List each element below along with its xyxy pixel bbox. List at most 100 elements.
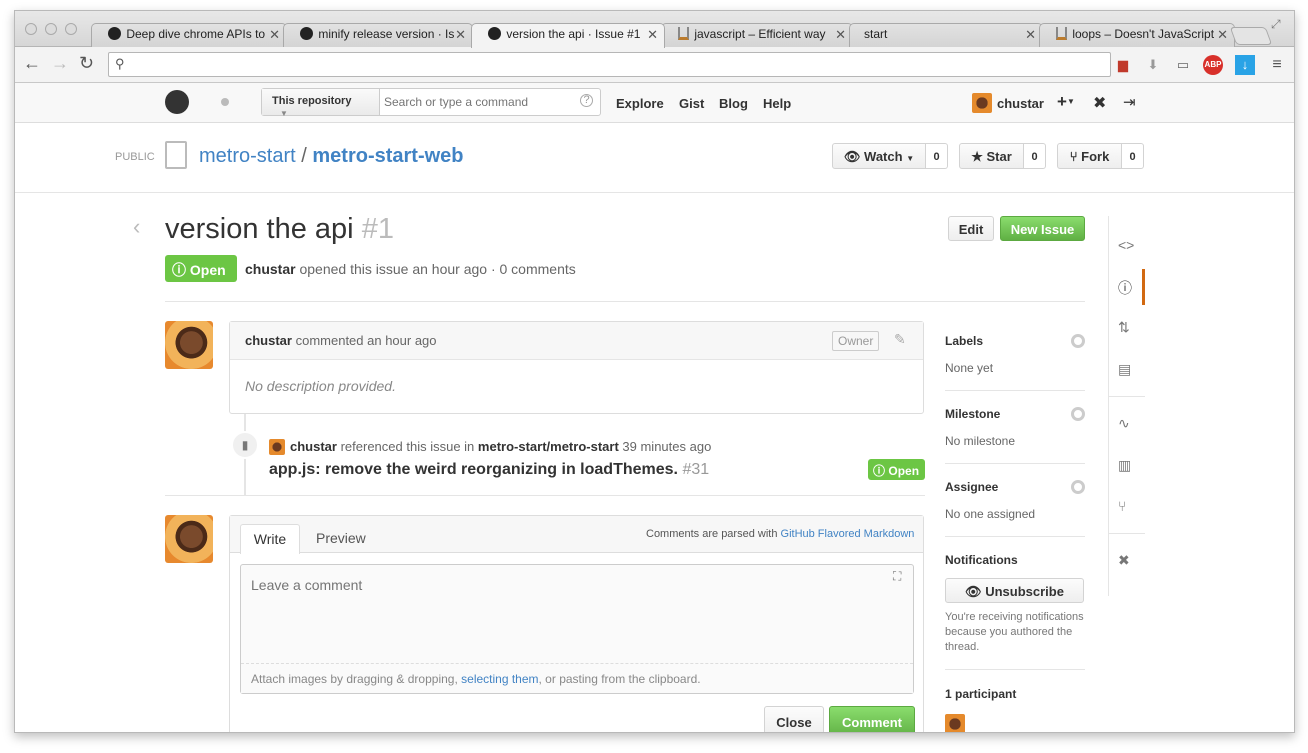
attach-text: Attach images by dragging & dropping, (251, 672, 458, 686)
issue-opened-icon: ⓘ (873, 464, 886, 478)
participant-avatar[interactable] (945, 714, 965, 732)
watch-count[interactable]: 0 (926, 143, 948, 169)
divider (945, 463, 1085, 464)
close-tab-icon[interactable]: ✕ (1217, 27, 1228, 43)
gear-icon[interactable] (1071, 480, 1085, 494)
attach-images-bar[interactable]: Attach images by dragging & dropping, se… (241, 663, 913, 693)
repo-title: metro-start / metro-start-web (199, 145, 464, 168)
omnibox[interactable]: ⚲ (108, 52, 1111, 77)
reference-repo-link[interactable]: metro-start/metro-start (478, 439, 619, 454)
site-search: This repository ▼ ? (261, 88, 601, 118)
comment-textarea[interactable] (241, 565, 913, 663)
extension-download-icon[interactable]: ⬇ (1143, 55, 1163, 75)
zoom-window-button[interactable] (65, 23, 77, 35)
notifications-dot-icon[interactable] (221, 98, 229, 106)
extension-arrow-down-icon[interactable]: ↓ (1235, 55, 1255, 75)
select-files-link[interactable]: selecting them (461, 672, 538, 686)
help-icon[interactable]: ? (580, 94, 593, 107)
nav-explore[interactable]: Explore (616, 96, 664, 111)
gear-icon[interactable] (1071, 407, 1085, 421)
browser-tab-2[interactable]: minify release version · Is ✕ (283, 23, 473, 47)
fork-button[interactable]: ⑂ Fork (1057, 143, 1122, 169)
reload-icon[interactable]: ↻ (79, 53, 94, 74)
reference-avatar[interactable] (269, 439, 285, 455)
code-icon[interactable]: <> (1118, 237, 1134, 253)
tab-title: start (864, 27, 888, 41)
pulse-icon[interactable]: ∿ (1118, 415, 1130, 432)
close-tab-icon[interactable]: ✕ (269, 27, 280, 43)
gear-icon[interactable] (1071, 334, 1085, 348)
repo-owner-link[interactable]: metro-start (199, 145, 296, 167)
comment-submit-button[interactable]: Comment (829, 706, 915, 732)
browser-tab-active[interactable]: version the api · Issue #1 ✕ (471, 23, 665, 48)
close-tab-icon[interactable]: ✕ (455, 27, 466, 43)
github-logo-icon[interactable] (165, 90, 189, 114)
nav-help[interactable]: Help (763, 96, 791, 111)
menu-icon[interactable]: ≡ (1267, 55, 1287, 75)
search-scope-select[interactable]: This repository ▼ (262, 89, 380, 118)
repo-name-link[interactable]: metro-start-web (312, 145, 463, 167)
fullscreen-icon[interactable]: ⛶ (893, 569, 901, 584)
watch-button[interactable]: 👁 Watch ▼ (832, 143, 926, 169)
browser-tab-4[interactable]: javascript – Efficient way ✕ (661, 23, 853, 47)
close-tab-icon[interactable]: ✕ (835, 27, 846, 43)
tab-write[interactable]: Write (240, 524, 300, 554)
close-window-button[interactable] (25, 23, 37, 35)
new-tab-button[interactable] (1229, 27, 1273, 45)
minimize-window-button[interactable] (45, 23, 57, 35)
back-icon[interactable]: ← (23, 53, 41, 74)
fullscreen-icon[interactable]: ⤢ (1271, 17, 1281, 32)
extension-car-icon[interactable]: ▆ (1113, 55, 1133, 75)
forward-icon[interactable]: → (51, 53, 69, 74)
close-tab-icon[interactable]: ✕ (647, 27, 658, 43)
sign-out-icon[interactable]: ⇥ (1123, 93, 1136, 111)
chevron-left-icon[interactable]: ‹ (133, 214, 140, 240)
nav-blog[interactable]: Blog (719, 96, 748, 111)
graphs-icon[interactable]: ▥ (1118, 457, 1131, 474)
adblock-icon[interactable]: ABP (1203, 55, 1223, 75)
new-issue-button[interactable]: New Issue (1000, 216, 1085, 241)
markdown-link[interactable]: GitHub Flavored Markdown (781, 528, 915, 540)
comment-field[interactable]: ⛶ Attach images by dragging & dropping, … (240, 564, 914, 694)
star-count[interactable]: 0 (1024, 143, 1046, 169)
labels-heading[interactable]: Labels (945, 334, 983, 348)
tab-strip: Deep dive chrome APIs to ✕ minify releas… (15, 11, 1294, 48)
wiki-icon[interactable]: ▤ (1118, 361, 1131, 378)
browser-tab-1[interactable]: Deep dive chrome APIs to ✕ (91, 23, 287, 47)
browser-tab-6[interactable]: loops – Doesn't JavaScript ✕ (1039, 23, 1235, 47)
settings-tools-icon[interactable]: ✖ (1118, 552, 1130, 569)
notification-reason-line: because you authored the (945, 626, 1073, 638)
cast-icon[interactable]: ▭ (1173, 55, 1193, 75)
create-new-button[interactable]: +▼ (1057, 92, 1075, 112)
tab-title: Deep dive chrome APIs to (126, 27, 266, 41)
tab-preview[interactable]: Preview (316, 530, 366, 546)
fork-count[interactable]: 0 (1122, 143, 1144, 169)
search-input[interactable] (384, 93, 574, 111)
unsubscribe-button[interactable]: 👁 Unsubscribe (945, 578, 1084, 603)
pull-request-icon[interactable]: ⇅ (1118, 319, 1130, 336)
tools-icon[interactable]: ✖ (1093, 93, 1106, 113)
close-tab-icon[interactable]: ✕ (1025, 27, 1036, 43)
network-icon[interactable]: ⑂ (1118, 498, 1126, 514)
issue-author-link[interactable]: chustar (245, 261, 296, 277)
reference-issue[interactable]: app.js: remove the weird reorganizing in… (269, 461, 709, 479)
pencil-icon[interactable]: ✎ (894, 331, 906, 348)
close-issue-button[interactable]: Close (764, 706, 824, 732)
star-button[interactable]: ★ Star (959, 143, 1024, 169)
user-avatar[interactable] (972, 93, 992, 113)
comment-avatar[interactable] (165, 321, 213, 369)
star-icon: ★ (971, 149, 983, 164)
comment-author-link[interactable]: chustar (245, 333, 292, 348)
issue-title: version the api #1 (165, 213, 394, 246)
reference-issue-title[interactable]: app.js: remove the weird reorganizing in… (269, 461, 678, 478)
assignee-heading[interactable]: Assignee (945, 480, 998, 494)
repo-nav-issues-active[interactable]: ⓘ (1109, 269, 1145, 305)
username-link[interactable]: chustar (997, 96, 1044, 111)
attach-text-end: , or pasting from the clipboard. (538, 672, 701, 686)
edit-button[interactable]: Edit (948, 216, 994, 241)
milestone-heading[interactable]: Milestone (945, 407, 1000, 421)
reference-author-link[interactable]: chustar (290, 439, 337, 454)
nav-gist[interactable]: Gist (679, 96, 704, 111)
composer-avatar[interactable] (165, 515, 213, 563)
browser-tab-5[interactable]: start ✕ (849, 23, 1043, 47)
